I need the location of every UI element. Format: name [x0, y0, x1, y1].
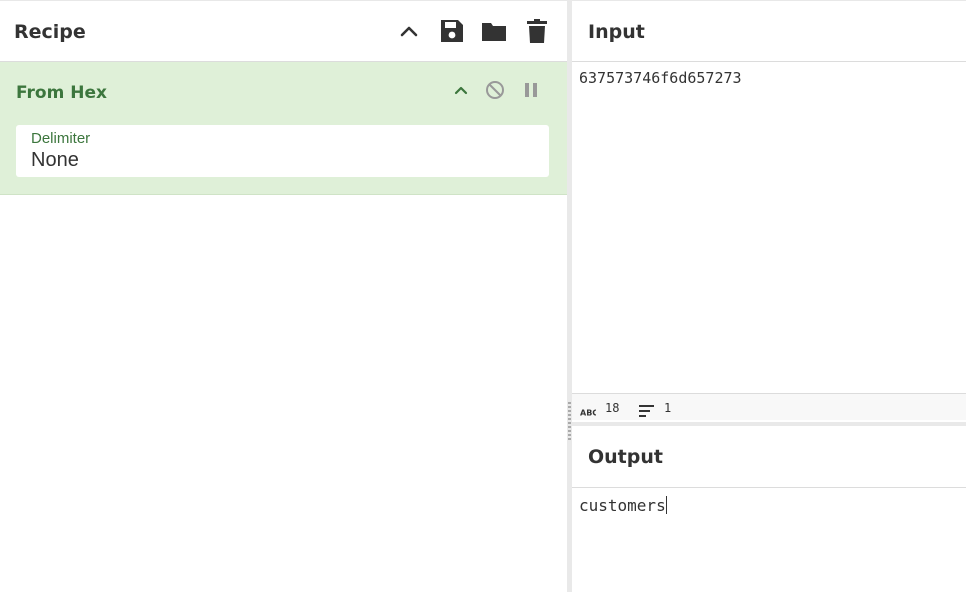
abc-icon: ABC [580, 402, 598, 421]
chevron-up-icon[interactable] [451, 80, 471, 100]
operation-name: From Hex [16, 83, 107, 103]
input-lines: 1 [664, 401, 672, 415]
input-status-bar: ABC 18 1 [572, 393, 966, 420]
recipe-header: Recipe [0, 1, 567, 62]
input-header: Input [572, 1, 966, 62]
chevron-up-icon[interactable] [396, 17, 422, 45]
output-textarea[interactable]: customers [579, 496, 667, 515]
output-header: Output [572, 426, 966, 488]
output-pane: Output customers [572, 422, 966, 592]
input-textarea[interactable]: 637573746f6d657273 [579, 69, 742, 87]
recipe-title: Recipe [14, 21, 86, 43]
output-value: customers [579, 496, 666, 515]
pause-icon[interactable] [521, 80, 541, 100]
delimiter-value[interactable]: None [31, 149, 79, 172]
disable-icon[interactable] [485, 80, 505, 100]
operation-from-hex[interactable]: From Hex Delimiter None [0, 62, 567, 195]
svg-text:ABC: ABC [580, 409, 596, 418]
delimiter-label: Delimiter [31, 130, 91, 147]
output-title: Output [588, 446, 663, 468]
trash-icon[interactable] [524, 17, 550, 45]
input-title: Input [588, 21, 645, 43]
input-pane: Input 637573746f6d657273 ABC 18 1 [572, 0, 966, 420]
folder-icon[interactable] [481, 17, 507, 45]
text-caret [665, 496, 667, 514]
resize-handle[interactable] [568, 402, 571, 442]
recipe-pane: Recipe From Hex Delimiter None [0, 0, 567, 592]
save-icon[interactable] [439, 17, 465, 45]
delimiter-field[interactable]: Delimiter None [16, 125, 549, 177]
lines-icon [639, 402, 655, 421]
input-length: 18 [605, 401, 620, 415]
